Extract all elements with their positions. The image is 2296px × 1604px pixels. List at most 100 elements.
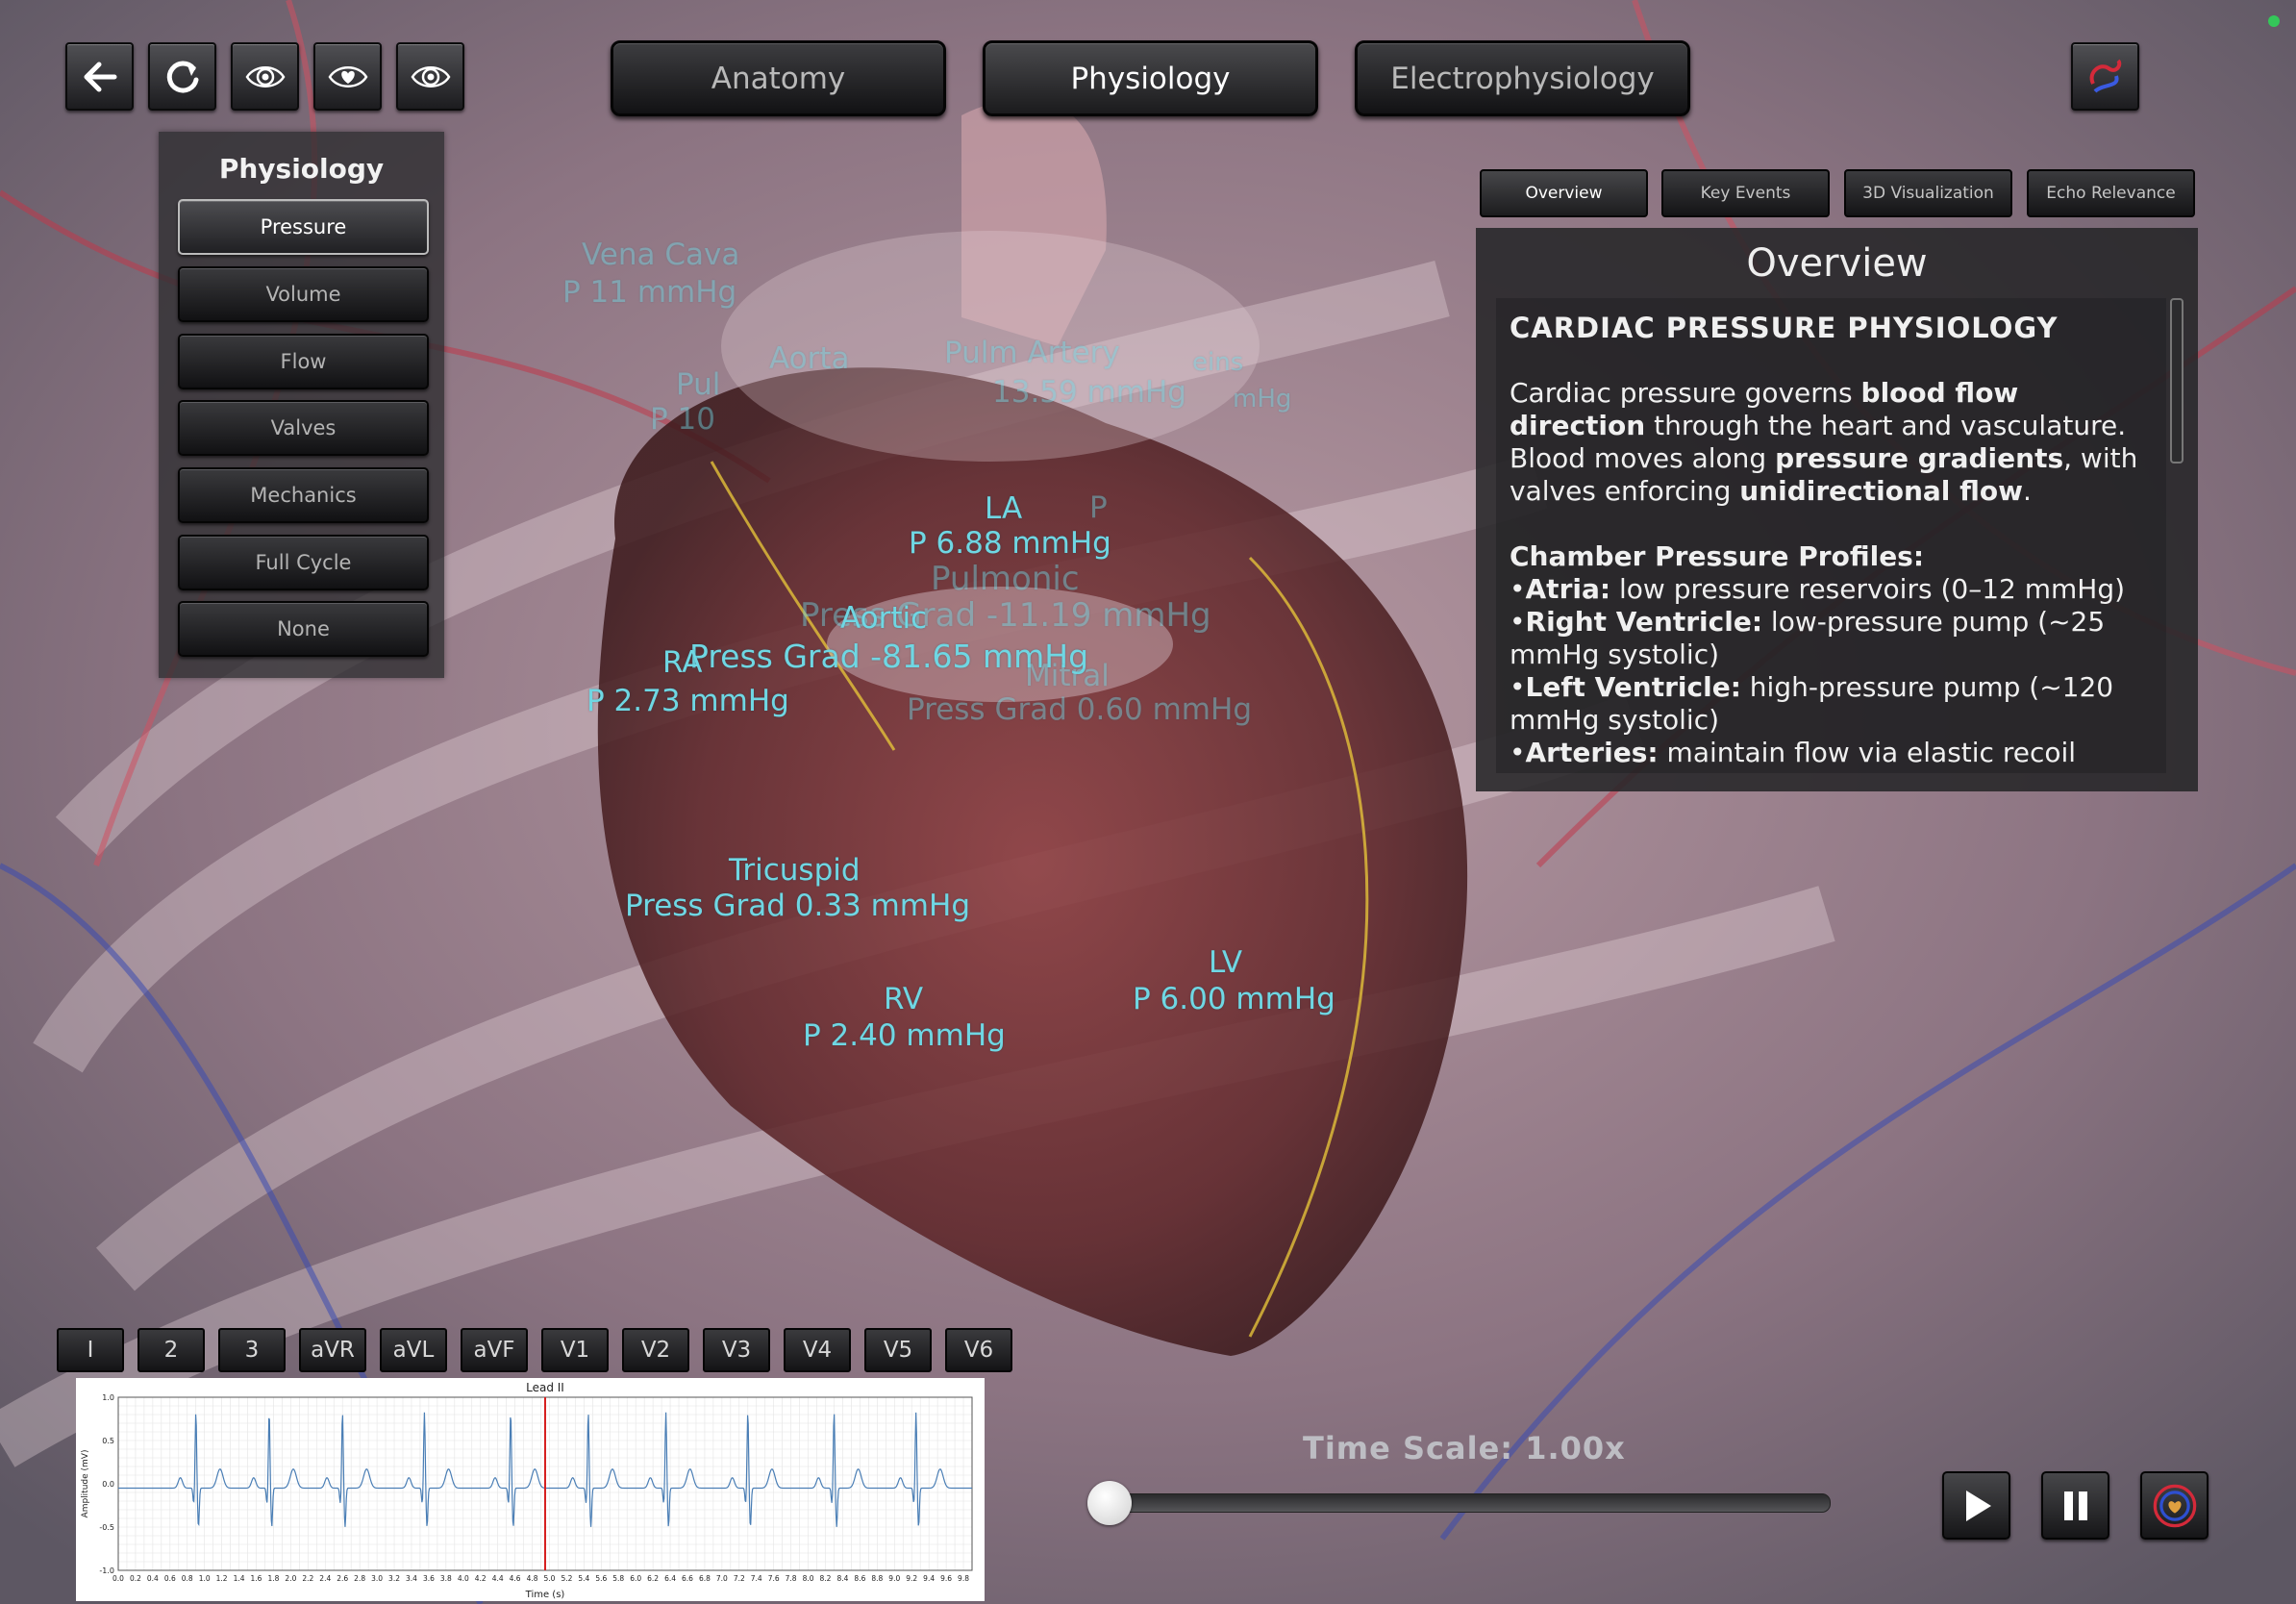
sidebar-item-full-cycle[interactable]: Full Cycle <box>178 535 429 590</box>
ecg-x-tick-label: 9.8 <box>958 1574 969 1583</box>
ecg-x-tick-label: 4.6 <box>510 1574 521 1583</box>
eye-icon <box>411 65 450 88</box>
label-aortic: Aortic <box>840 601 928 636</box>
label-tricuspid-gradient: Press Grad 0.33 mmHg <box>625 889 970 923</box>
lead-button-v3[interactable]: V3 <box>703 1328 770 1372</box>
ecg-x-tick-label: 4.2 <box>475 1574 487 1583</box>
view-button-2[interactable] <box>313 42 382 111</box>
sidebar-item-volume[interactable]: Volume <box>178 266 429 322</box>
label-veins-pressure: mHg <box>1233 385 1292 414</box>
ecg-x-tick-label: 6.8 <box>699 1574 711 1583</box>
heart-logo-icon <box>2089 59 2121 93</box>
back-arrow-icon <box>84 62 116 91</box>
ecg-x-tick-label: 2.8 <box>354 1574 365 1583</box>
ecg-title: Lead II <box>526 1381 564 1394</box>
lead-button-v5[interactable]: V5 <box>864 1328 932 1372</box>
cardio-mode-button[interactable] <box>2140 1471 2209 1540</box>
sidebar-item-valves[interactable]: Valves <box>178 400 429 456</box>
lead-button-v2[interactable]: V2 <box>622 1328 689 1372</box>
play-button[interactable] <box>1942 1471 2010 1540</box>
ecg-x-tick-label: 8.6 <box>854 1574 865 1583</box>
lead-button-i[interactable]: I <box>57 1328 124 1372</box>
tab-overview[interactable]: Overview <box>1480 169 1648 217</box>
back-button[interactable] <box>65 42 134 111</box>
lead-button-v1[interactable]: V1 <box>541 1328 609 1372</box>
ecg-x-tick-label: 6.2 <box>647 1574 659 1583</box>
tab-key-events[interactable]: Key Events <box>1661 169 1830 217</box>
ecg-x-tick-label: 9.4 <box>923 1574 935 1583</box>
lead-button-v4[interactable]: V4 <box>784 1328 851 1372</box>
label-pulm-artery: Pulm Artery <box>944 336 1120 370</box>
tab-anatomy[interactable]: Anatomy <box>611 40 946 116</box>
label-pulmonic: Pulmonic <box>931 560 1080 598</box>
ecg-x-tick-label: 8.0 <box>803 1574 814 1583</box>
view-button-1[interactable] <box>231 42 299 111</box>
ecg-x-tick-label: 1.4 <box>234 1574 245 1583</box>
lead-button-v6[interactable]: V6 <box>945 1328 1012 1372</box>
label-veins: eins <box>1192 348 1244 377</box>
ecg-x-tick-label: 1.6 <box>251 1574 262 1583</box>
lead-button-avr[interactable]: aVR <box>299 1328 366 1372</box>
pause-button[interactable] <box>2041 1471 2109 1540</box>
time-scale-slider[interactable] <box>1101 1493 1831 1513</box>
label-mitral: Mitral <box>1025 659 1110 693</box>
ecg-y-tick-label: -0.5 <box>99 1523 114 1532</box>
ecg-x-tick-label: 3.4 <box>406 1574 417 1583</box>
tab-physiology[interactable]: Physiology <box>983 40 1318 116</box>
ecg-x-tick-label: 0.4 <box>147 1574 159 1583</box>
tab-3d-visualization[interactable]: 3D Visualization <box>1844 169 2012 217</box>
profile-item-atria: •Atria: low pressure reservoirs (0–12 mm… <box>1510 573 2126 605</box>
tab-echo-relevance[interactable]: Echo Relevance <box>2027 169 2195 217</box>
label-ra: RA <box>662 645 703 680</box>
profile-item-arteries: •Arteries: maintain flow via elastic rec… <box>1510 737 2077 768</box>
label-pulm-artery-pressure: 13.59 mmHg <box>992 375 1186 410</box>
ecg-x-tick-label: 0.6 <box>164 1574 176 1583</box>
lead-button-avl[interactable]: aVL <box>380 1328 447 1372</box>
ecg-x-tick-label: 5.4 <box>578 1574 589 1583</box>
label-la-pressure: P 6.88 mmHg <box>909 526 1111 561</box>
ecg-x-tick-label: 8.4 <box>836 1574 848 1583</box>
lead-button-avf[interactable]: aVF <box>461 1328 528 1372</box>
ecg-x-tick-label: 3.8 <box>440 1574 452 1583</box>
profiles-heading: Chamber Pressure Profiles: <box>1510 540 1925 572</box>
ecg-x-tick-label: 8.8 <box>871 1574 883 1583</box>
label-ra-pressure: P 2.73 mmHg <box>586 684 789 718</box>
ecg-x-tick-label: 5.2 <box>561 1574 572 1583</box>
play-icon <box>1965 1490 1991 1521</box>
ecg-x-tick-label: 5.0 <box>544 1574 556 1583</box>
overview-paragraph: Cardiac pressure governs blood flow dire… <box>1510 377 2138 507</box>
ecg-x-tick-label: 1.8 <box>267 1574 279 1583</box>
ecg-strip: Lead II Time (s) Amplitude (mV) 1.0 0.5 0.0 -0… <box>76 1378 985 1601</box>
lead-button-2[interactable]: 2 <box>137 1328 205 1372</box>
reload-icon <box>166 61 198 93</box>
ecg-x-tick-label: 8.2 <box>820 1574 832 1583</box>
overview-title: Overview <box>1746 241 1928 286</box>
panel-title: Physiology <box>218 153 385 185</box>
label-pulm-pressure: P 10 <box>650 402 715 437</box>
reload-button[interactable] <box>148 42 216 111</box>
pause-icon <box>2063 1491 2087 1520</box>
sidebar-item-flow[interactable]: Flow <box>178 334 429 389</box>
tab-electrophysiology[interactable]: Electrophysiology <box>1355 40 1690 116</box>
app-logo-button[interactable] <box>2071 42 2139 111</box>
ecg-x-tick-label: 5.6 <box>595 1574 607 1583</box>
time-scale-slider-knob[interactable] <box>1087 1481 1132 1525</box>
heart-logo-icon <box>2153 1484 2196 1527</box>
sidebar-item-pressure[interactable]: Pressure <box>178 199 429 255</box>
sidebar-item-none[interactable]: None <box>178 601 429 657</box>
ecg-x-tick-label: 9.6 <box>940 1574 952 1583</box>
ecg-x-tick-label: 4.8 <box>527 1574 538 1583</box>
view-button-3[interactable] <box>396 42 464 111</box>
sidebar-item-mechanics[interactable]: Mechanics <box>178 467 429 523</box>
ecg-x-tick-label: 0.2 <box>130 1574 141 1583</box>
profile-item-right-ventricle: •Right Ventricle: low-pressure pump (~25… <box>1510 606 2106 670</box>
lead-button-3[interactable]: 3 <box>218 1328 286 1372</box>
ecg-x-tick-label: 2.4 <box>319 1574 331 1583</box>
overview-content[interactable]: CARDIAC PRESSURE PHYSIOLOGY Cardiac pres… <box>1496 298 2166 773</box>
overview-scrollbar[interactable] <box>2170 298 2184 464</box>
label-vena-cava: Vena Cava <box>582 238 740 272</box>
ecg-x-tick-label: 5.8 <box>612 1574 624 1583</box>
ecg-x-tick-label: 6.4 <box>664 1574 676 1583</box>
physiology-panel: Physiology Pressure Volume Flow Valves M… <box>159 132 444 678</box>
label-aorta: Aorta <box>769 341 850 376</box>
